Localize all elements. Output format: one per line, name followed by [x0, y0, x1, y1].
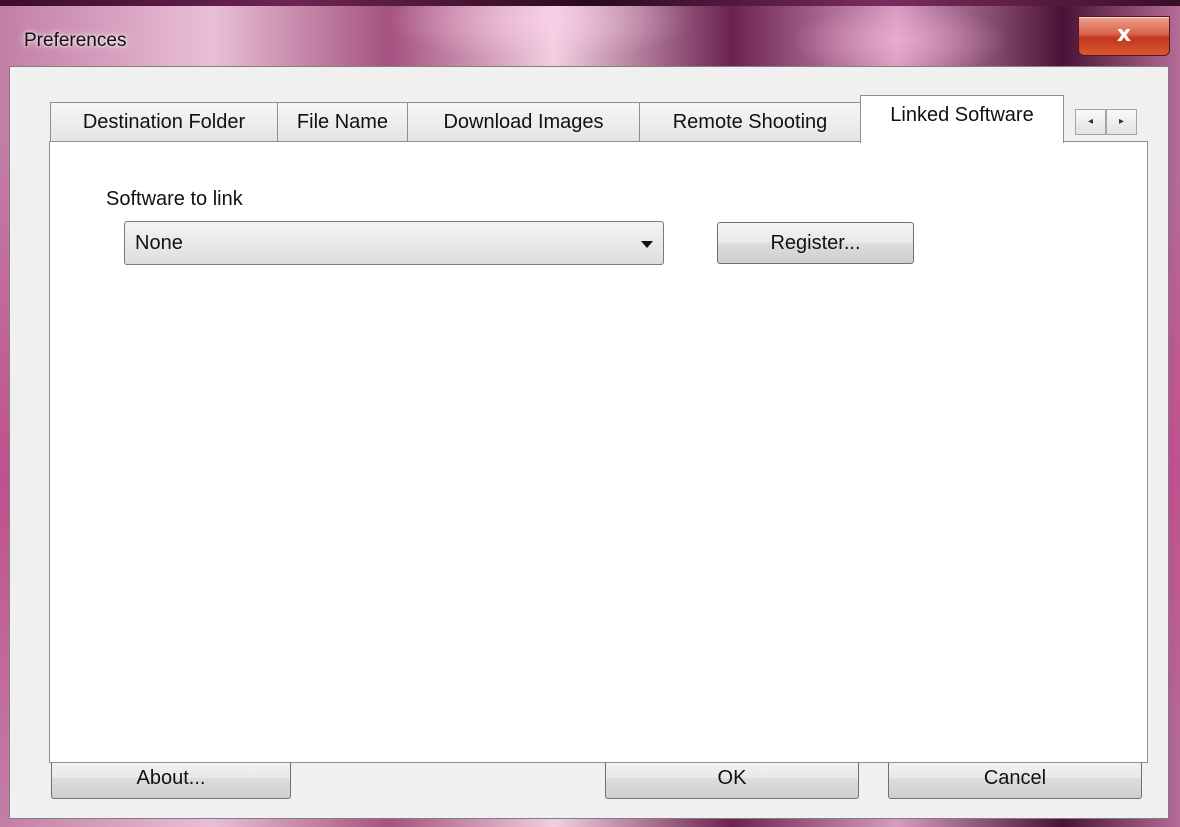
register-button[interactable]: Register... — [717, 222, 914, 264]
close-icon: x — [1116, 22, 1132, 47]
ok-button[interactable]: OK — [605, 757, 859, 799]
tab-label: Download Images — [443, 111, 604, 133]
linked-software-panel: Software to link None Register... — [49, 141, 1148, 763]
tab-label: Remote Shooting — [672, 111, 828, 133]
tab-remote-shooting[interactable]: Remote Shooting — [639, 102, 861, 142]
close-button[interactable]: x — [1078, 16, 1170, 56]
chevron-right-icon: ▸ — [1118, 116, 1125, 127]
dialog-client-area: Destination Folder File Name Download Im… — [9, 66, 1169, 819]
tab-linked-software[interactable]: Linked Software — [860, 95, 1064, 143]
tab-label: File Name — [296, 111, 389, 133]
dropdown-selected-value: None — [135, 232, 183, 254]
tab-destination-folder[interactable]: Destination Folder — [50, 102, 278, 142]
chevron-down-icon — [641, 241, 653, 248]
cancel-button[interactable]: Cancel — [888, 757, 1142, 799]
tab-scroll-left-button[interactable]: ◂ — [1075, 109, 1106, 135]
window-title: Preferences — [24, 30, 127, 51]
software-to-link-label: Software to link — [106, 188, 243, 210]
software-to-link-dropdown[interactable]: None — [124, 221, 664, 265]
chevron-left-icon: ◂ — [1087, 116, 1094, 127]
about-button[interactable]: About... — [51, 757, 291, 799]
tab-file-name[interactable]: File Name — [277, 102, 408, 142]
tab-label: Destination Folder — [82, 111, 246, 133]
tab-label: Linked Software — [890, 104, 1034, 126]
tab-scroll-buttons: ◂ ▸ — [1075, 109, 1137, 135]
tab-scroll-right-button[interactable]: ▸ — [1106, 109, 1137, 135]
tab-download-images[interactable]: Download Images — [407, 102, 640, 142]
window-top-edge — [0, 0, 1180, 6]
